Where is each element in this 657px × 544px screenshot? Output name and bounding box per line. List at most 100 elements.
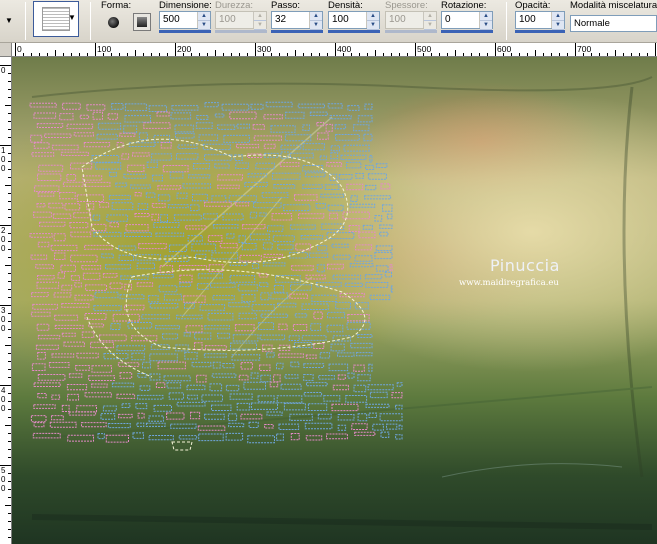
selection-fragment xyxy=(91,365,112,373)
spin-up-icon[interactable]: ▲ xyxy=(552,12,564,21)
selection-fragment xyxy=(60,264,77,272)
selection-fragment xyxy=(379,231,389,237)
selection-fragment xyxy=(36,123,64,128)
ruler-tick xyxy=(63,53,64,56)
ruler-tick xyxy=(8,417,11,418)
selection-fragment xyxy=(240,413,263,420)
selection-fragment xyxy=(349,203,376,208)
opacita-slider[interactable] xyxy=(515,30,565,33)
ruler-tick xyxy=(5,265,11,266)
spin-down-icon[interactable]: ▼ xyxy=(480,21,492,30)
selection-fragment xyxy=(251,304,275,312)
selection-fragment xyxy=(330,145,341,152)
selection-fragment xyxy=(62,181,84,187)
selection-fragment xyxy=(234,324,255,332)
densita-spinner[interactable]: 100 ▲ ▼ xyxy=(328,11,380,30)
ruler-tick xyxy=(8,233,11,234)
spin-up-icon[interactable]: ▲ xyxy=(480,12,492,21)
selection-fragment xyxy=(198,433,224,442)
ruler-tick xyxy=(439,53,440,56)
round-brush-shape-icon[interactable] xyxy=(104,13,122,31)
selection-fragment xyxy=(37,352,46,360)
selection-fragment xyxy=(332,254,351,260)
ruler-tick xyxy=(623,53,624,56)
selection-fragment xyxy=(108,194,131,200)
selection-fragment xyxy=(210,282,236,288)
spin-up-icon[interactable]: ▲ xyxy=(310,12,322,21)
selection-fragment xyxy=(289,224,316,230)
selection-fragment xyxy=(54,314,79,321)
spin-up-icon[interactable]: ▲ xyxy=(198,12,210,21)
dimensione-spinner[interactable]: 500 ▲ ▼ xyxy=(159,11,211,30)
selection-fragment xyxy=(194,332,212,340)
vertical-ruler[interactable]: 0100200300400500 xyxy=(0,57,12,544)
selection-fragment xyxy=(36,281,60,289)
selection-fragment xyxy=(207,235,223,243)
selection-fragment xyxy=(235,162,249,169)
chevron-down-icon[interactable]: ▼ xyxy=(5,16,13,25)
selection-fragment xyxy=(386,213,393,220)
selection-fragment xyxy=(170,112,192,120)
spin-up-icon[interactable]: ▲ xyxy=(367,12,379,21)
selection-fragment xyxy=(276,362,284,370)
selection-fragment xyxy=(229,111,257,120)
ruler-tick xyxy=(8,137,11,138)
selection-fragment xyxy=(260,374,271,383)
ruler-tick xyxy=(8,113,11,114)
passo-spinner[interactable]: 32 ▲ ▼ xyxy=(271,11,323,30)
selection-fragment xyxy=(294,313,308,318)
dimensione-value[interactable]: 500 xyxy=(160,12,197,28)
spin-down-icon[interactable]: ▼ xyxy=(367,21,379,30)
ruler-tick xyxy=(8,249,11,250)
spin-down-icon[interactable]: ▼ xyxy=(198,21,210,30)
chevron-down-icon[interactable]: ▼ xyxy=(68,13,76,22)
selection-fragment xyxy=(357,115,373,123)
selection-fragment xyxy=(37,374,66,381)
selection-fragment xyxy=(258,322,275,331)
image-canvas[interactable]: Pinuccia www.maidiregrafica.eu xyxy=(12,57,657,544)
selection-fragment xyxy=(175,344,189,352)
selection-fragment xyxy=(297,103,326,109)
rotazione-spinner[interactable]: 0 ▲ ▼ xyxy=(441,11,493,30)
selection-fragment xyxy=(301,335,327,341)
passo-value[interactable]: 32 xyxy=(272,12,309,28)
ruler-tick xyxy=(8,257,11,258)
selection-fragment xyxy=(92,214,101,221)
selection-fragment xyxy=(234,202,250,207)
selection-fragment xyxy=(192,193,208,202)
horizontal-ruler[interactable]: 0 100 200 300 400 500 600 700 xyxy=(0,43,657,57)
blend-mode-select[interactable]: Normale xyxy=(570,15,657,32)
selection-fragment xyxy=(176,153,199,160)
marching-ants-selection[interactable] xyxy=(12,57,657,544)
selection-fragment xyxy=(179,274,193,283)
densita-value[interactable]: 100 xyxy=(329,12,366,28)
selection-fragment xyxy=(36,323,50,331)
selection-fragment xyxy=(169,244,188,252)
ruler-digit: 0 xyxy=(1,66,6,75)
selection-fragment xyxy=(190,411,201,420)
dimensione-slider[interactable] xyxy=(159,30,211,33)
spin-down-icon[interactable]: ▼ xyxy=(552,21,564,30)
opacita-value[interactable]: 100 xyxy=(516,12,551,28)
ruler-tick xyxy=(255,43,256,56)
selection-fragment xyxy=(212,295,235,301)
spin-down-icon[interactable]: ▼ xyxy=(310,21,322,30)
selection-fragment xyxy=(148,435,174,441)
selection-fragment xyxy=(155,232,185,237)
selection-fragment xyxy=(159,265,174,273)
densita-slider[interactable] xyxy=(328,30,380,33)
selection-fragment xyxy=(177,144,198,149)
ruler-digit: 0 xyxy=(1,235,6,244)
selection-fragment xyxy=(262,242,273,250)
spessore-slider xyxy=(385,30,437,33)
passo-slider[interactable] xyxy=(271,30,323,33)
ruler-digit: 1 xyxy=(1,146,6,155)
selection-fragment xyxy=(305,274,326,280)
selection-fragment xyxy=(308,252,329,258)
rotazione-value[interactable]: 0 xyxy=(442,12,479,28)
ruler-digit: 3 xyxy=(1,306,6,315)
opacita-spinner[interactable]: 100 ▲ ▼ xyxy=(515,11,565,30)
square-brush-shape-icon[interactable] xyxy=(133,13,151,31)
selection-fragment xyxy=(62,102,81,110)
rotazione-slider[interactable] xyxy=(441,30,493,33)
